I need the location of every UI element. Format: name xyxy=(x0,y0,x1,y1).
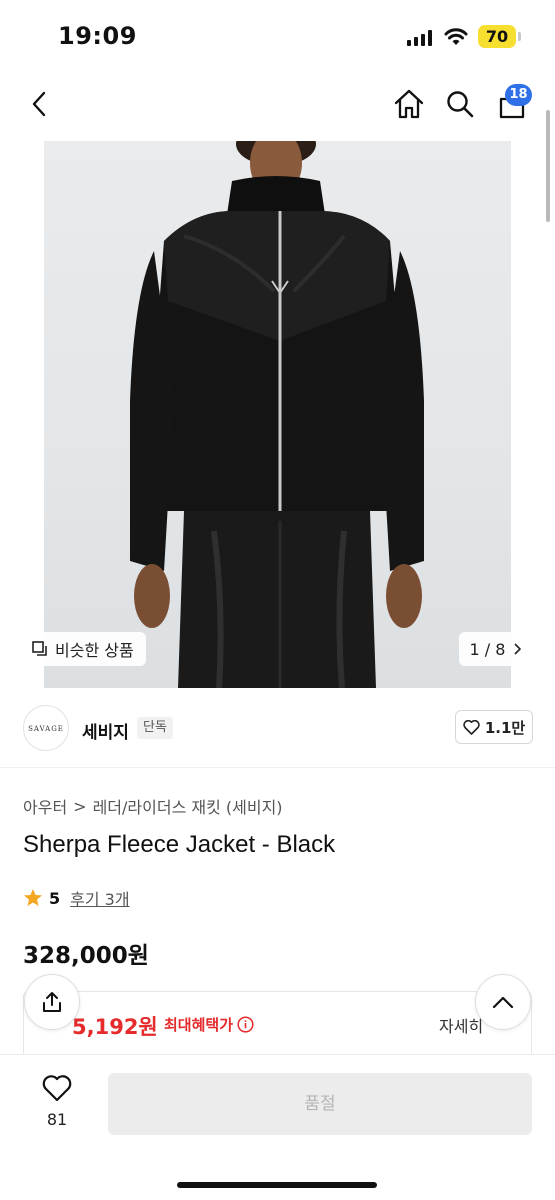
max-benefit-box[interactable]: 5,192원 최대혜택가 자세히 xyxy=(23,991,532,1061)
benefit-price: 5,192원 xyxy=(72,1015,158,1039)
breadcrumb-subcategory[interactable]: 레더/라이더스 재킷 (세비지) xyxy=(93,794,283,818)
info-icon[interactable] xyxy=(237,1016,254,1033)
rating-row: 5 후기 3개 xyxy=(23,886,130,910)
sold-out-button[interactable]: 품절 xyxy=(108,1073,532,1135)
search-button[interactable] xyxy=(440,84,480,124)
chevron-left-icon xyxy=(32,91,46,117)
status-bar: 19:09 70 xyxy=(0,0,555,74)
review-link[interactable]: 후기 3개 xyxy=(70,886,129,910)
status-time: 19:09 xyxy=(58,22,137,50)
bottom-action-bar: 81 품절 xyxy=(0,1054,555,1200)
heart-icon xyxy=(463,719,480,735)
brand-name[interactable]: 세비지 xyxy=(82,718,129,743)
breadcrumb-separator: > xyxy=(73,796,87,816)
similar-products-button[interactable]: 비슷한 상품 xyxy=(22,632,146,666)
search-icon xyxy=(447,91,474,118)
chevron-up-icon xyxy=(492,996,514,1009)
share-icon xyxy=(43,992,61,1012)
share-button[interactable] xyxy=(24,974,80,1030)
wifi-icon xyxy=(444,28,468,45)
scrollbar[interactable] xyxy=(546,110,550,222)
product-title: Sherpa Fleece Jacket - Black xyxy=(23,831,336,858)
heart-icon xyxy=(42,1075,72,1102)
similar-products-label: 비슷한 상품 xyxy=(55,641,134,660)
page-indicator-text: 1 / 8 xyxy=(469,639,506,659)
product-price: 328,000원 xyxy=(23,943,149,969)
benefit-label: 최대혜택가 xyxy=(164,1014,254,1035)
brand-exclusive-tag: 단독 xyxy=(137,717,173,739)
brand-row: SAVAGE 세비지 단독 1.1만 xyxy=(0,690,555,768)
cellular-signal-icon xyxy=(407,30,433,46)
breadcrumb: 아우터 > 레더/라이더스 재킷 (세비지) xyxy=(23,794,283,818)
wishlist-count: 81 xyxy=(46,1110,68,1129)
cart-count-badge: 18 xyxy=(505,84,532,106)
battery-icon: 70 xyxy=(478,25,516,48)
chevron-right-icon xyxy=(514,643,522,655)
home-indicator xyxy=(177,1182,377,1188)
top-navigation xyxy=(0,74,555,136)
home-icon xyxy=(394,89,424,119)
battery-tip xyxy=(518,32,521,41)
brand-like-button[interactable]: 1.1만 xyxy=(455,710,533,744)
product-image[interactable] xyxy=(44,141,511,688)
benefit-detail-link[interactable]: 자세히 xyxy=(439,1013,483,1037)
product-photo xyxy=(130,141,424,688)
brand-like-count: 1.1만 xyxy=(484,718,526,737)
similar-products-icon xyxy=(32,641,47,656)
rating-value: 5 xyxy=(49,888,61,908)
home-button[interactable] xyxy=(389,84,429,124)
back-button[interactable] xyxy=(20,84,60,124)
image-page-indicator[interactable]: 1 / 8 xyxy=(459,632,532,666)
breadcrumb-category[interactable]: 아우터 xyxy=(23,794,67,818)
wishlist-button[interactable]: 81 xyxy=(30,1075,84,1139)
scroll-top-button[interactable] xyxy=(475,974,531,1030)
benefit-label-text: 최대혜택가 xyxy=(164,1016,234,1034)
star-icon xyxy=(24,889,42,906)
brand-logo[interactable]: SAVAGE xyxy=(23,705,69,751)
